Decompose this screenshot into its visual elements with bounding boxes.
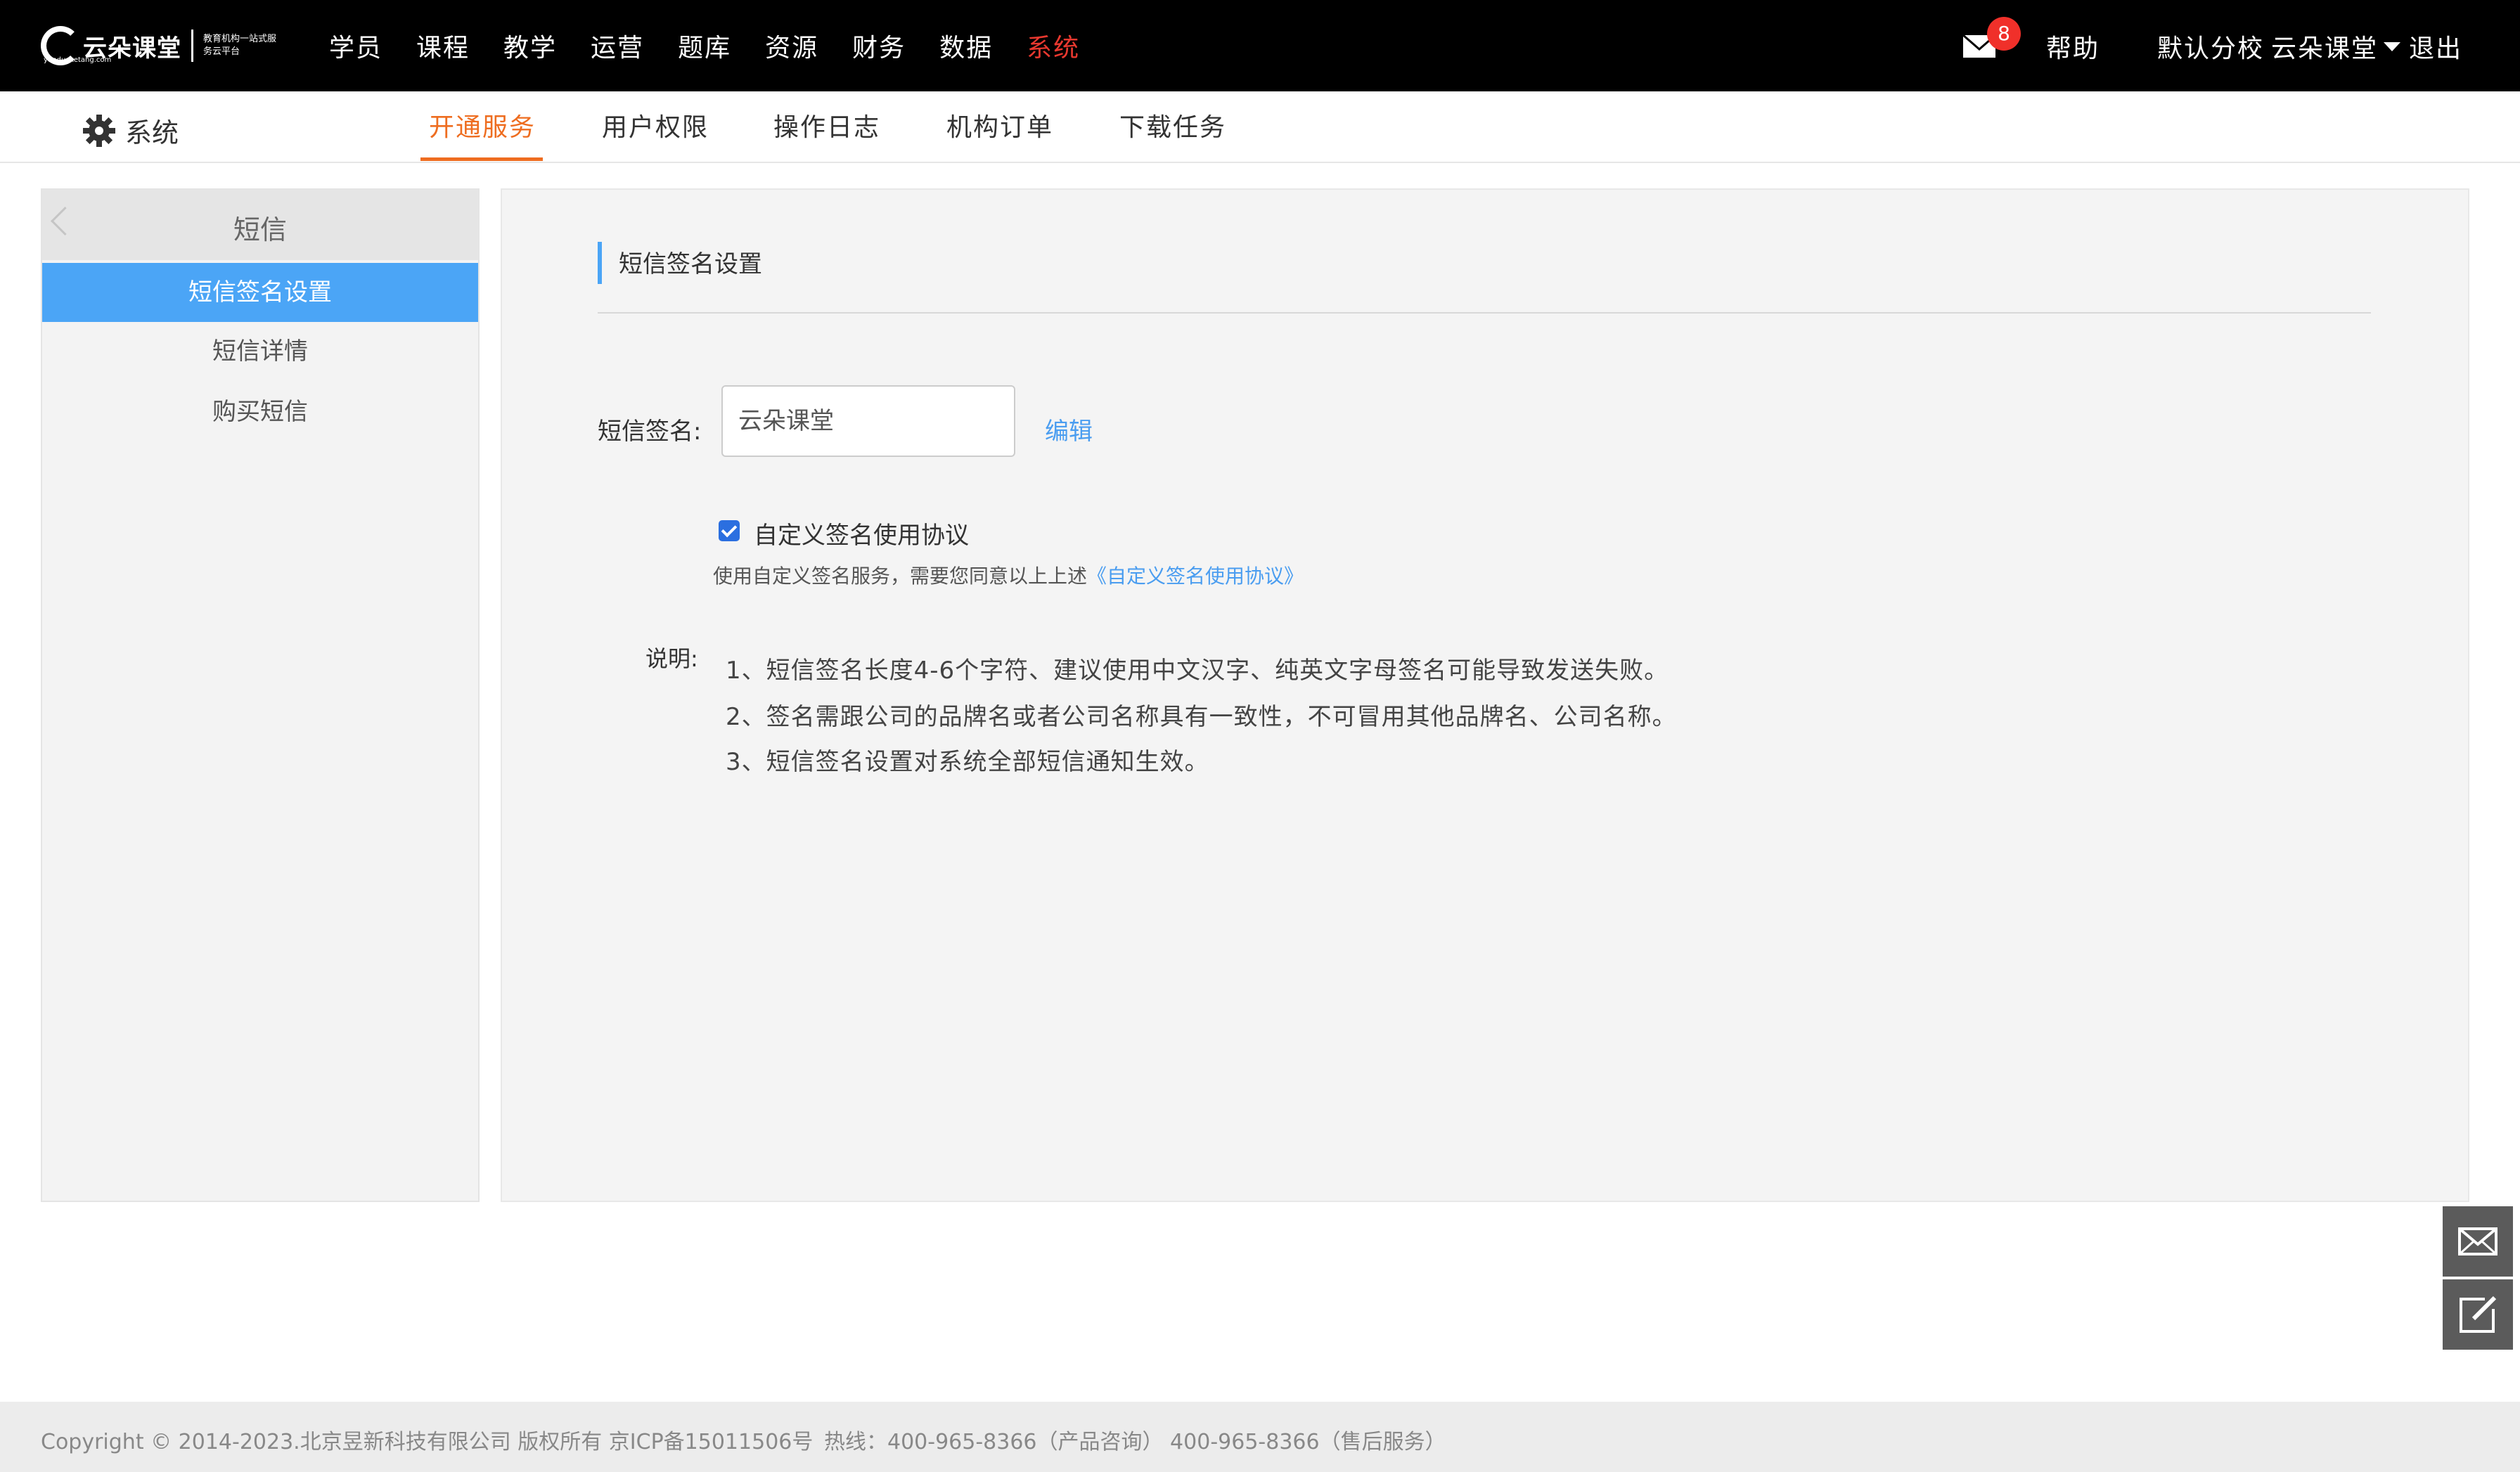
chevron-down-icon[interactable] bbox=[2384, 42, 2400, 51]
brand-url: yunduoketang.com bbox=[44, 56, 112, 64]
top-navigation-bar: 云朵课堂 教育机构一站式服务云平台 yunduoketang.com 学员 课程… bbox=[0, 0, 2520, 91]
nav-item-resources[interactable]: 资源 bbox=[765, 27, 818, 64]
nav-item-data[interactable]: 数据 bbox=[939, 27, 993, 64]
signature-label: 短信签名: bbox=[598, 418, 702, 446]
main-nav: 学员 课程 教学 运营 题库 资源 财务 数据 系统 bbox=[329, 0, 1114, 91]
section-title: 系统 bbox=[125, 117, 179, 148]
sidebar-item-sms-details[interactable]: 短信详情 bbox=[42, 322, 478, 381]
feedback-float-button[interactable] bbox=[2443, 1279, 2513, 1350]
mail-count-badge: 8 bbox=[1987, 17, 2021, 51]
signature-input[interactable]: 云朵课堂 bbox=[721, 385, 1015, 457]
sub-navigation-bar: 系统 开通服务 用户权限 操作日志 机构订单 下载任务 bbox=[0, 91, 2520, 163]
active-tab-indicator bbox=[420, 157, 543, 161]
nav-item-students[interactable]: 学员 bbox=[329, 27, 382, 64]
main-panel: 短信签名设置 短信签名: 云朵课堂 编辑 自定义签名使用协议 使用自定义签名服务… bbox=[501, 188, 2469, 1202]
sidebar-title: 短信 bbox=[233, 214, 287, 245]
divider bbox=[598, 312, 2371, 314]
user-menu[interactable]: 云朵课堂 bbox=[2271, 28, 2378, 65]
agreement-link[interactable]: 《自定义签名使用协议》 bbox=[1087, 564, 1304, 588]
note-line: 3、短信签名设置对系统全部短信通知生效。 bbox=[726, 748, 1209, 776]
nav-item-courses[interactable]: 课程 bbox=[416, 27, 470, 64]
brand-slogan: 教育机构一站式服务云平台 bbox=[203, 34, 277, 57]
agreement-label: 自定义签名使用协议 bbox=[754, 522, 969, 550]
footer-hotline: 热线：400-965-8366（产品咨询） 400-965-8366（售后服务） bbox=[824, 1430, 1446, 1454]
note-line: 2、签名需跟公司的品牌名或者公司名称具有一致性，不可冒用其他品牌名、公司名称。 bbox=[726, 703, 1677, 731]
logout-link[interactable]: 退出 bbox=[2409, 28, 2462, 65]
campus-name: 默认分校 bbox=[2157, 34, 2265, 63]
agreement-checkbox[interactable] bbox=[719, 520, 740, 541]
logo-divider bbox=[191, 30, 193, 62]
sidebar-header: 短信 bbox=[42, 190, 478, 260]
nav-item-finance[interactable]: 财务 bbox=[852, 27, 906, 64]
sidebar-item-sms-signature[interactable]: 短信签名设置 bbox=[42, 263, 478, 322]
edit-signature-link[interactable]: 编辑 bbox=[1045, 412, 1093, 446]
tab-operation-log[interactable]: 操作日志 bbox=[773, 107, 880, 143]
nav-item-system[interactable]: 系统 bbox=[1027, 27, 1080, 64]
section-accent-bar bbox=[598, 242, 602, 284]
tab-download-tasks[interactable]: 下载任务 bbox=[1119, 107, 1226, 143]
edit-icon bbox=[2460, 1296, 2497, 1333]
tab-open-services[interactable]: 开通服务 bbox=[429, 107, 536, 143]
gear-icon bbox=[83, 114, 115, 147]
section-header: 系统 bbox=[82, 111, 179, 150]
note-line: 1、短信签名长度4-6个字符、建议使用中文汉字、纯英文字母签名可能导致发送失败。 bbox=[726, 657, 1669, 685]
mail-icon bbox=[2458, 1227, 2498, 1255]
footer: Copyright © 2014-2023.北京昱新科技有限公司 版权所有 京I… bbox=[0, 1402, 2520, 1472]
nav-item-operations[interactable]: 运营 bbox=[591, 27, 644, 64]
agreement-note: 使用自定义签名服务，需要您同意以上上述《自定义签名使用协议》 bbox=[713, 561, 1304, 589]
footer-copyright: Copyright © 2014-2023.北京昱新科技有限公司 版权所有 京I… bbox=[41, 1430, 814, 1454]
notes-label: 说明: bbox=[645, 645, 698, 672]
sidebar-item-buy-sms[interactable]: 购买短信 bbox=[42, 382, 478, 441]
agreement-note-text: 使用自定义签名服务，需要您同意以上上述 bbox=[713, 564, 1088, 588]
help-link[interactable]: 帮助 bbox=[2046, 28, 2100, 65]
message-float-button[interactable] bbox=[2443, 1206, 2513, 1277]
sidebar: 短信 短信签名设置 短信详情 购买短信 bbox=[41, 188, 480, 1202]
tab-user-permissions[interactable]: 用户权限 bbox=[602, 107, 709, 143]
nav-item-teaching[interactable]: 教学 bbox=[503, 27, 557, 64]
panel-title: 短信签名设置 bbox=[619, 250, 762, 278]
tab-org-orders[interactable]: 机构订单 bbox=[946, 107, 1053, 143]
brand-logo[interactable]: 云朵课堂 教育机构一站式服务云平台 bbox=[41, 18, 281, 73]
nav-item-question-bank[interactable]: 题库 bbox=[678, 27, 731, 64]
